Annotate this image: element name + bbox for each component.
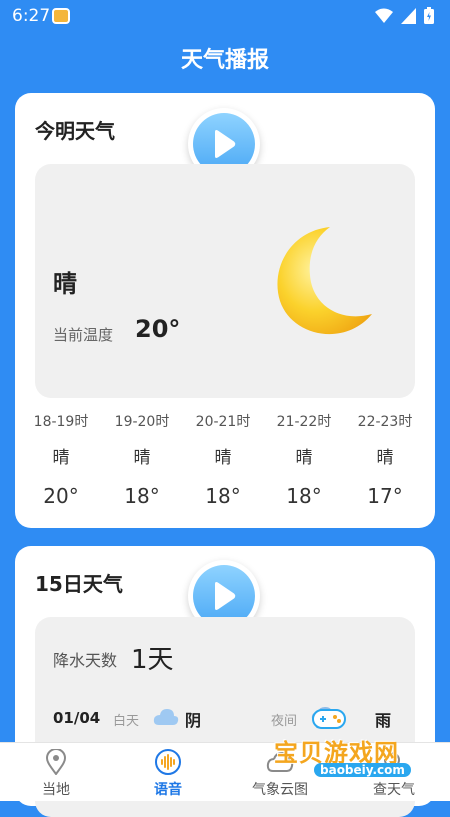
hourly-item: 21-22时 晴 18° [264,411,344,509]
hour-condition: 晴 [376,448,394,468]
cloud-icon [153,709,179,725]
current-temp-label: 当前温度 [53,326,114,344]
moon-icon [277,227,372,335]
watermark: 宝贝游戏网 baobeiy.com [272,705,447,785]
play-icon [215,582,236,610]
rain-days-label: 降水天数 [53,651,118,670]
hour-condition: 晴 [295,448,313,468]
hour-temp: 17° [367,484,403,508]
battery-icon [424,7,434,24]
daytime-condition: 阴 [185,711,202,730]
signal-icon [401,7,416,24]
hour-condition: 晴 [133,448,151,468]
hourly-item: 20-21时 晴 18° [183,411,263,509]
hourly-item: 19-20时 晴 18° [102,411,182,509]
today-weather-card: 今明天气 晴 当前温度 20° 18-19时 晴 20° 19-20时 晴 18… [15,93,435,528]
hour-temp: 18° [205,484,241,508]
watermark-url: baobeiy.com [314,763,411,777]
hour-temp: 18° [124,484,160,508]
forecast-date: 01/04 [53,709,101,727]
hour-temp: 18° [286,484,322,508]
current-condition: 晴 [53,270,77,298]
gamepad-icon [312,709,346,729]
hour-time: 22-23时 [357,414,413,430]
today-card-title: 今明天气 [35,119,115,143]
nav-label-voice: 语音 [154,782,182,798]
nav-item-local[interactable]: 当地 [6,749,106,799]
hour-condition: 晴 [52,448,70,468]
nav-item-voice[interactable]: 语音 [118,749,218,799]
hour-time: 18-19时 [33,414,89,430]
hourly-item: 18-19时 晴 20° [21,411,101,509]
hour-time: 20-21时 [195,414,251,430]
forecast-card-title: 15日天气 [35,572,123,596]
status-time: 6:27 [12,6,51,26]
status-bar: 6:27 [0,0,450,32]
hour-time: 21-22时 [276,414,332,430]
rain-days-value: 1天 [131,645,174,675]
app-notification-icon [52,8,70,24]
current-weather-panel: 晴 当前温度 20° [35,164,415,398]
hourly-forecast: 18-19时 晴 20° 19-20时 晴 18° 20-21时 晴 18° 2… [15,411,435,521]
current-temp-value: 20° [135,315,181,343]
wifi-icon [375,8,393,23]
play-icon [215,130,236,158]
hourly-item: 22-23时 晴 17° [345,411,425,509]
hour-time: 19-20时 [114,414,170,430]
hour-temp: 20° [43,484,79,508]
hour-condition: 晴 [214,448,232,468]
nav-label-local: 当地 [42,782,70,798]
page-title: 天气播报 [180,48,269,73]
location-pin-icon [45,749,67,775]
daytime-label: 白天 [113,714,140,729]
voice-wave-icon [155,749,181,775]
